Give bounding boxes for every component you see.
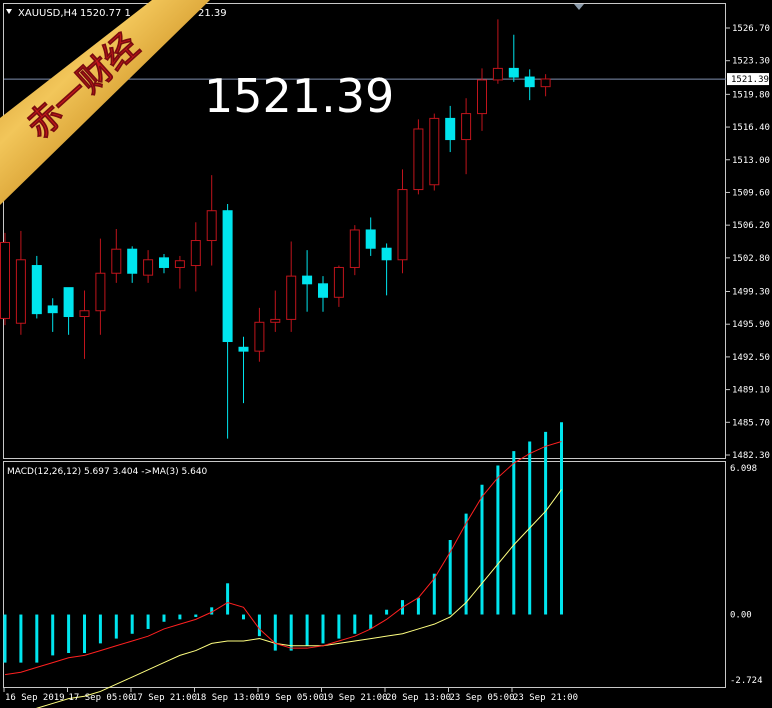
price-axis-label: 1485.70: [732, 418, 770, 428]
macd-axis-label: -2.724: [730, 676, 763, 686]
time-axis-label: 17 Sep 05:00: [69, 693, 134, 703]
price-axis-label: 1526.70: [732, 24, 770, 34]
candle-body: [365, 229, 376, 249]
candle-body: [127, 248, 138, 274]
candle-body: [190, 240, 201, 267]
time-axis-label: 19 Sep 21:00: [323, 693, 388, 703]
candle-body: [349, 229, 360, 268]
price-axis: 1526.70 1523.30 1519.80 1516.40 1513.00 1509.…: [726, 24, 770, 461]
macd-panel-frame[interactable]: [3, 461, 726, 688]
time-axis-label: 17 Sep 21:00: [132, 693, 197, 703]
price-axis-label: 1519.80: [732, 90, 770, 100]
price-axis-label: 1495.90: [732, 320, 770, 330]
candle-body: [286, 275, 297, 320]
candle-body: [95, 272, 106, 312]
candle-body: [477, 79, 487, 115]
symbol-label: XAUUSD,H4: [18, 8, 77, 19]
price-axis-label: 1509.60: [732, 188, 770, 198]
candle-body: [318, 283, 328, 298]
candle-body: [461, 113, 472, 141]
macd-axis-label: 0.00: [730, 611, 752, 621]
candle-body: [159, 257, 169, 268]
candle-body: [302, 275, 313, 285]
candle-body: [333, 266, 344, 298]
time-axis-label: 23 Sep 21:00: [513, 693, 578, 703]
price-axis-label: 1516.40: [732, 123, 770, 133]
candle-body: [508, 67, 519, 78]
candle-body: [413, 128, 424, 191]
price-axis-label: 1482.30: [732, 451, 770, 461]
candle-body: [47, 305, 58, 314]
price-axis-label: 1513.00: [732, 156, 770, 166]
candle-body: [31, 265, 42, 315]
candle-body: [270, 318, 281, 323]
price-axis-label: 1523.30: [732, 57, 770, 67]
candle-body: [206, 210, 217, 242]
price-axis-label: 1506.20: [732, 221, 770, 231]
time-axis-label: 23 Sep 05:00: [450, 693, 515, 703]
candle-body: [397, 189, 408, 261]
candle-body: [524, 76, 535, 88]
candle-body: [174, 260, 185, 268]
time-axis-label: 19 Sep 05:00: [259, 693, 324, 703]
candle-body: [79, 310, 90, 318]
candle-body: [238, 346, 249, 352]
candle-body: [254, 321, 265, 352]
candle-body: [15, 259, 26, 324]
ohlc-label: 1520.77 1: [80, 8, 131, 19]
price-axis-label: 1499.30: [732, 288, 770, 298]
candle-body: [429, 117, 440, 186]
candle-body: [143, 259, 154, 276]
current-price-label: 1521.39: [731, 75, 769, 85]
candle-body: [222, 210, 233, 343]
candle-body: [445, 117, 456, 141]
big-price-overlay: 1521.39: [204, 69, 394, 123]
candle-body: [540, 78, 551, 88]
candle-body: [492, 67, 503, 81]
price-axis-label: 1489.10: [732, 386, 770, 396]
macd-label: MACD(12,26,12) 5.697 3.404 ->MA(3) 5.640: [7, 467, 208, 477]
time-axis-label: 18 Sep 13:00: [196, 693, 261, 703]
chart-window: XAUUSD,H4 1520.77 1 21.39 1526.70 1523.30…: [0, 0, 770, 708]
candle-body: [111, 248, 122, 274]
candle-body: [381, 247, 392, 261]
price-axis-label: 1502.80: [732, 254, 770, 264]
time-axis-label: 20 Sep 13:00: [386, 693, 451, 703]
ohlc-label-tail: 21.39: [198, 8, 227, 19]
time-axis-label: 16 Sep 2019: [5, 693, 65, 703]
macd-axis: 6.098 0.00 -2.724: [730, 464, 763, 686]
candle-body: [63, 287, 74, 318]
candle-body: [0, 241, 10, 319]
time-axis: 16 Sep 2019 17 Sep 05:0017 Sep 21:0018 Se…: [3, 688, 578, 703]
macd-axis-label: 6.098: [730, 464, 757, 474]
price-axis-label: 1492.50: [732, 353, 770, 363]
